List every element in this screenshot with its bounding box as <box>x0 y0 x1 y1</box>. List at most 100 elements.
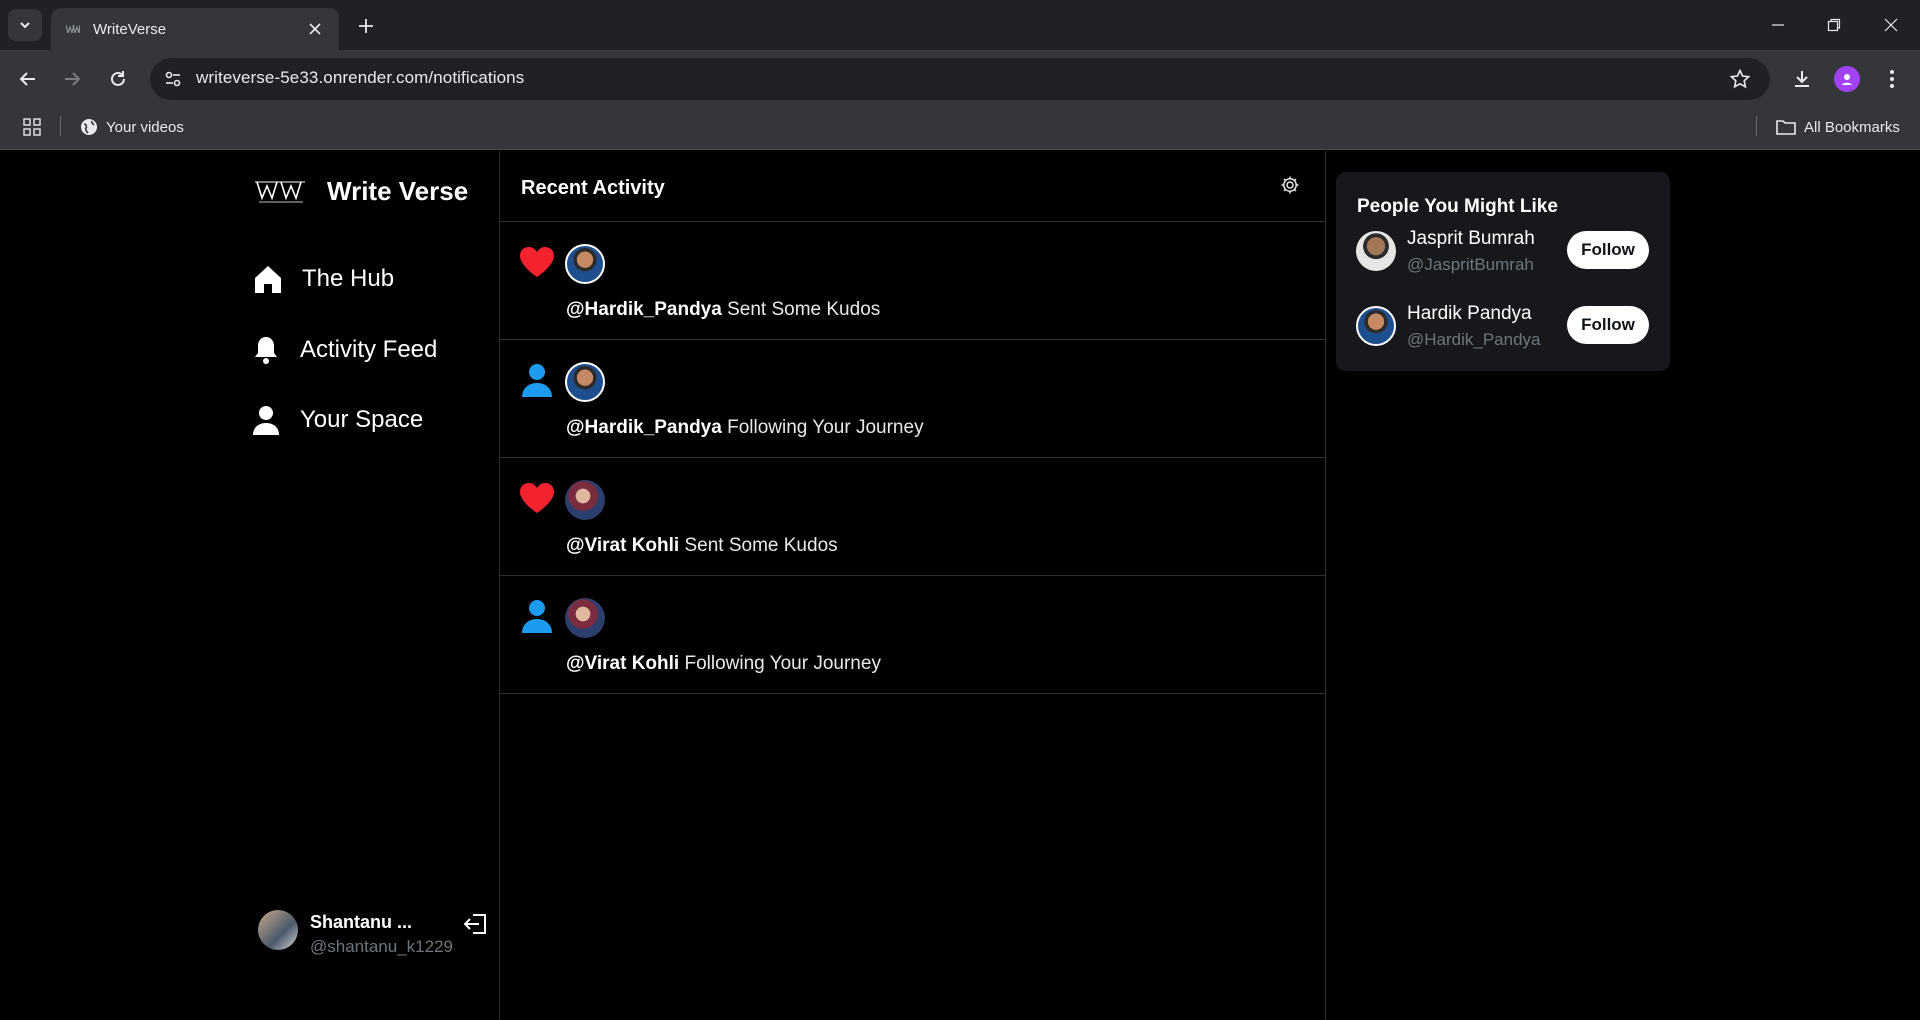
folder-icon <box>1776 120 1796 135</box>
people-suggestions-panel: People You Might Like Jasprit Bumrah @Ja… <box>1336 172 1670 371</box>
globe-icon <box>81 119 97 135</box>
nav-label: Your Space <box>300 406 424 433</box>
nav-your-space[interactable]: Your Space <box>250 404 423 436</box>
bookmarks-separator <box>60 116 61 136</box>
notification-text: @Hardik_Pandya Sent Some Kudos <box>566 299 880 321</box>
follow-button[interactable]: Follow <box>1567 231 1649 269</box>
settings-gear-icon[interactable] <box>1278 173 1302 197</box>
avatar[interactable] <box>1356 306 1396 346</box>
chevron-down-icon <box>20 22 30 29</box>
notification-user[interactable]: @Virat Kohli <box>566 535 679 556</box>
minimize-icon <box>1772 24 1784 26</box>
avatar <box>258 910 298 950</box>
downloads-button[interactable] <box>1786 63 1818 95</box>
suggested-person[interactable]: Hardik Pandya @Hardik_Pandya Follow <box>1356 303 1656 359</box>
panel-title: People You Might Like <box>1357 196 1558 217</box>
avatar[interactable] <box>565 362 605 402</box>
restore-button[interactable] <box>1819 10 1849 40</box>
url-text[interactable]: writeverse-5e33.onrender.com/notificatio… <box>196 68 524 88</box>
feed-header: Recent Activity <box>500 151 1326 222</box>
bell-icon <box>250 334 282 366</box>
page-title: Recent Activity <box>521 177 665 199</box>
current-user-card[interactable]: Shantanu ... @shantanu_k1229 <box>258 908 488 958</box>
person-icon <box>519 362 555 398</box>
avatar[interactable] <box>565 480 605 520</box>
star-icon <box>1730 69 1750 89</box>
notification-user[interactable]: @Hardik_Pandya <box>566 299 722 320</box>
plus-icon <box>359 19 373 33</box>
notification-text: @Virat Kohli Sent Some Kudos <box>566 535 838 557</box>
profile-button[interactable] <box>1831 63 1863 95</box>
bookmark-star-button[interactable] <box>1725 64 1755 94</box>
bookmark-your-videos[interactable]: Your videos <box>80 114 184 140</box>
user-handle: @shantanu_k1229 <box>310 937 453 956</box>
site-favicon-icon <box>65 21 81 37</box>
write-verse-logo-icon <box>254 175 308 207</box>
brand-name: Write Verse <box>327 175 469 206</box>
brand-logo[interactable]: Write Verse <box>254 175 468 207</box>
notification-item[interactable]: @Virat Kohli Sent Some Kudos <box>500 458 1326 576</box>
person-handle: @JaspritBumrah <box>1407 255 1534 274</box>
bookmarks-separator <box>1756 116 1757 136</box>
site-info-button[interactable] <box>158 64 188 94</box>
person-handle: @Hardik_Pandya <box>1407 330 1541 349</box>
notification-user[interactable]: @Virat Kohli <box>566 653 679 674</box>
heart-icon <box>519 244 555 280</box>
activity-feed: Recent Activity @Hardik_Pandya Sent Some… <box>500 151 1326 1020</box>
follow-button[interactable]: Follow <box>1567 306 1649 344</box>
profile-avatar-icon <box>1834 66 1860 92</box>
logout-icon[interactable] <box>462 910 490 938</box>
all-bookmarks-label: All Bookmarks <box>1804 118 1900 136</box>
reload-button[interactable] <box>102 63 134 95</box>
notification-item[interactable]: @Hardik_Pandya Following Your Journey <box>500 340 1326 458</box>
notification-text: @Hardik_Pandya Following Your Journey <box>566 417 924 439</box>
arrow-right-icon <box>65 72 81 86</box>
minimize-button[interactable] <box>1763 10 1793 40</box>
nav-the-hub[interactable]: The Hub <box>252 263 394 295</box>
tab-search-button[interactable] <box>8 9 42 41</box>
forward-button[interactable] <box>56 63 88 95</box>
close-icon <box>1884 18 1898 32</box>
notification-message: Sent Some Kudos <box>684 535 838 556</box>
avatar[interactable] <box>565 598 605 638</box>
notification-text: @Virat Kohli Following Your Journey <box>566 653 881 675</box>
notification-user[interactable]: @Hardik_Pandya <box>566 417 722 438</box>
app-root: Write Verse The Hub Activity Feed Your S… <box>0 151 1920 1020</box>
notification-message: Sent Some Kudos <box>727 299 881 320</box>
back-button[interactable] <box>12 63 44 95</box>
notification-item[interactable]: @Hardik_Pandya Sent Some Kudos <box>500 222 1326 340</box>
new-tab-button[interactable] <box>352 12 380 40</box>
user-icon <box>250 404 282 436</box>
restore-icon <box>1827 18 1841 32</box>
person-name[interactable]: Hardik Pandya <box>1407 303 1532 325</box>
all-bookmarks-button[interactable]: All Bookmarks <box>1776 114 1900 140</box>
tab-title: WriteVerse <box>93 20 167 38</box>
nav-label: The Hub <box>302 265 395 292</box>
arrow-left-icon <box>19 72 35 86</box>
reload-icon <box>111 71 125 86</box>
sidebar: Write Verse The Hub Activity Feed Your S… <box>250 151 500 1020</box>
avatar[interactable] <box>565 244 605 284</box>
heart-icon <box>519 480 555 516</box>
close-tab-icon[interactable] <box>305 19 325 39</box>
person-name[interactable]: Jasprit Bumrah <box>1407 228 1535 250</box>
user-name: Shantanu ... <box>310 912 413 932</box>
apps-grid-icon[interactable] <box>20 115 44 139</box>
nav-label: Activity Feed <box>300 336 438 363</box>
notification-message: Following Your Journey <box>727 417 924 438</box>
download-icon <box>1795 71 1809 87</box>
tune-icon <box>165 71 181 87</box>
notification-item[interactable]: @Virat Kohli Following Your Journey <box>500 576 1326 694</box>
browser-menu-button[interactable] <box>1876 63 1908 95</box>
more-vertical-icon <box>1890 70 1894 88</box>
notification-message: Following Your Journey <box>684 653 881 674</box>
browser-tab[interactable]: WriteVerse <box>51 8 339 50</box>
close-window-button[interactable] <box>1876 10 1906 40</box>
avatar[interactable] <box>1356 231 1396 271</box>
home-icon <box>252 263 284 295</box>
person-icon <box>519 598 555 634</box>
nav-activity-feed[interactable]: Activity Feed <box>250 334 437 366</box>
suggested-person[interactable]: Jasprit Bumrah @JaspritBumrah Follow <box>1356 228 1656 284</box>
bookmark-label: Your videos <box>106 118 184 136</box>
bookmarks-bar <box>0 108 1920 150</box>
